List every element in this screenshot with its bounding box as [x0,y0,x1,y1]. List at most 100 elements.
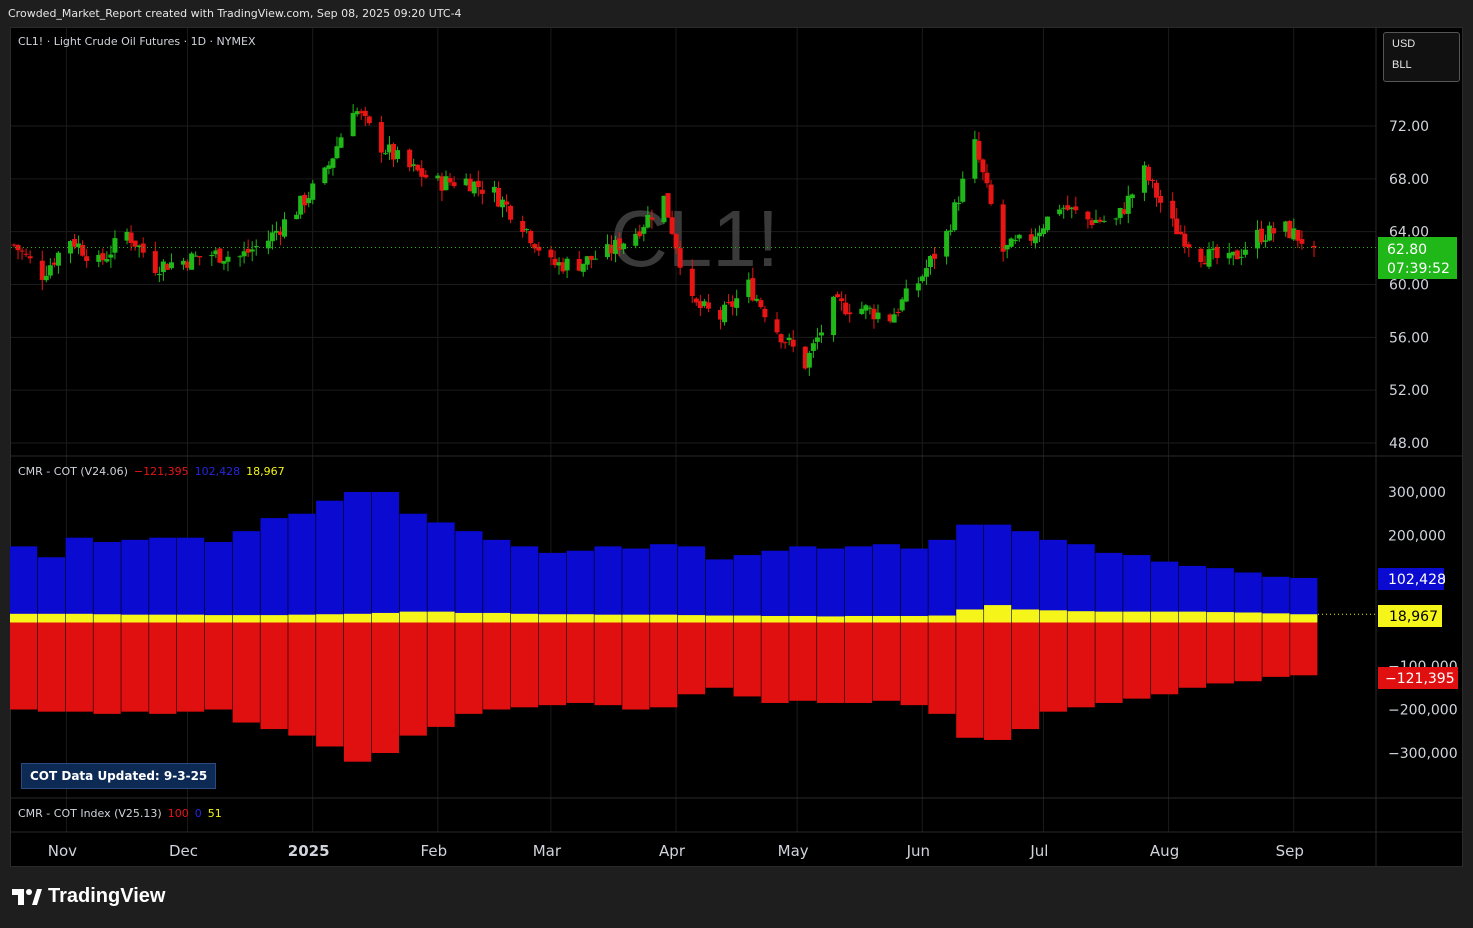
candle-body [1113,218,1119,220]
cot-bar-blue [872,544,900,623]
candle-body [665,193,671,218]
cot-bar-blue [817,548,845,623]
cot-bar-yellow [1123,611,1151,623]
candle-body [350,113,356,137]
candle-body [334,146,340,159]
cot-bar-red [1095,622,1123,703]
last-price-tag-value: 62.80 [1387,242,1427,258]
cot-bar-blue [677,546,706,623]
cot-bar-yellow [343,613,372,623]
candle-body [944,231,950,257]
cot-bar-blue [483,539,511,623]
cot-bar-blue [761,550,789,623]
time-axis-label: Dec [169,842,198,860]
cot-bar-yellow [65,613,93,623]
candle-body [875,312,881,320]
candle-body [447,178,453,183]
cot-bar-red [260,622,288,730]
candle-body [564,258,570,271]
candle-body [839,298,845,302]
cot-bar-yellow [37,613,66,623]
cot-bar-yellow [176,614,205,623]
cot-bar-blue [789,546,817,623]
time-axis-label: Aug [1150,842,1179,860]
cot-bar-yellow [1039,610,1067,623]
candle-body [104,259,110,262]
cot-bar-blue [650,544,678,623]
cot-tag-red: −121,395 [1385,671,1455,687]
cot-bar-yellow [1290,614,1318,623]
cot-bar-blue [371,492,400,623]
cot-bar-red [232,622,260,723]
cot-legend-red-value: −121,395 [133,465,189,478]
cot-bar-red [900,622,928,706]
index-legend-blue-value: 0 [194,807,202,820]
candle-body [774,319,780,333]
cot-tick-label: 200,000 [1388,529,1446,545]
unit-label: BLL [1392,59,1412,71]
candle-body [1238,256,1244,258]
cot-bar-yellow [455,612,483,623]
currency-unit-selector[interactable]: USD BLL [1383,32,1460,82]
cot-bar-red [204,622,233,710]
cot-bar-red [510,622,539,708]
cot-bar-yellow [622,614,650,623]
time-axis-label: Feb [421,842,448,860]
price-tick-label: 68.00 [1389,172,1429,188]
candle-body [378,122,384,153]
cot-bar-yellow [789,615,817,623]
candle-body [1129,194,1135,199]
time-axis-label: 2025 [288,842,330,860]
cot-legend[interactable]: CMR - COT (V24.06) −121,395 102,428 18,967 [18,465,291,478]
cot-tick-label: −200,000 [1388,703,1458,719]
cot-legend-yellow-value: 18,967 [246,465,285,478]
cot-bar-red [427,622,455,727]
cot-bar-blue [733,555,761,623]
candle-body [621,243,627,250]
chart-canvas[interactable]: 72.0068.0064.0060.0056.0052.0048.00CL1! 6… [0,0,1473,928]
cot-bar-blue [594,546,622,623]
cot-bar-red [928,622,956,714]
candle-body [952,202,958,231]
cot-bar-red [622,622,650,710]
cot-bar-yellow [260,615,288,623]
cot-bar-blue [1011,531,1040,623]
cot-bar-blue [65,537,93,623]
candle-body [1206,249,1212,267]
cot-bar-red [37,622,66,712]
cot-bar-yellow [204,615,233,623]
candle-body [55,252,61,266]
price-tick-label: 72.00 [1389,119,1429,135]
candle-body [649,217,655,220]
candle-body [1073,206,1079,211]
cot-bar-blue [956,524,984,623]
candle-body [923,268,929,277]
tradingview-logo[interactable]: TradingView [12,885,165,908]
cot-bar-blue [1039,539,1067,623]
candle-body [1263,240,1269,242]
main-legend[interactable]: CL1! · Light Crude Oil Futures · 1D · NY… [18,35,261,48]
candle-body [209,255,215,257]
cot-bar-red [316,622,344,747]
cot-bar-red [176,622,205,712]
candle-body [548,249,554,258]
cot-bar-blue [1067,544,1095,623]
cot-bar-red [844,622,873,703]
cot-bar-blue [343,492,372,623]
cot-bar-blue [928,539,956,623]
cot-bar-yellow [733,615,761,623]
time-axis-label: Sep [1276,842,1304,860]
candle-body [734,298,740,308]
candle-body [1012,239,1018,242]
cot-bar-red [872,622,900,701]
index-legend[interactable]: CMR - COT Index (V25.13) 100 0 51 [18,807,228,820]
time-axis-label: May [778,842,809,860]
cot-bar-red [677,622,706,695]
candle-body [705,302,711,309]
cot-bar-yellow [483,612,511,623]
candle-body [1299,239,1305,244]
cot-bar-red [566,622,594,703]
price-tick-label: 52.00 [1389,383,1429,399]
candle-body [152,251,158,273]
candle-body [835,294,841,298]
